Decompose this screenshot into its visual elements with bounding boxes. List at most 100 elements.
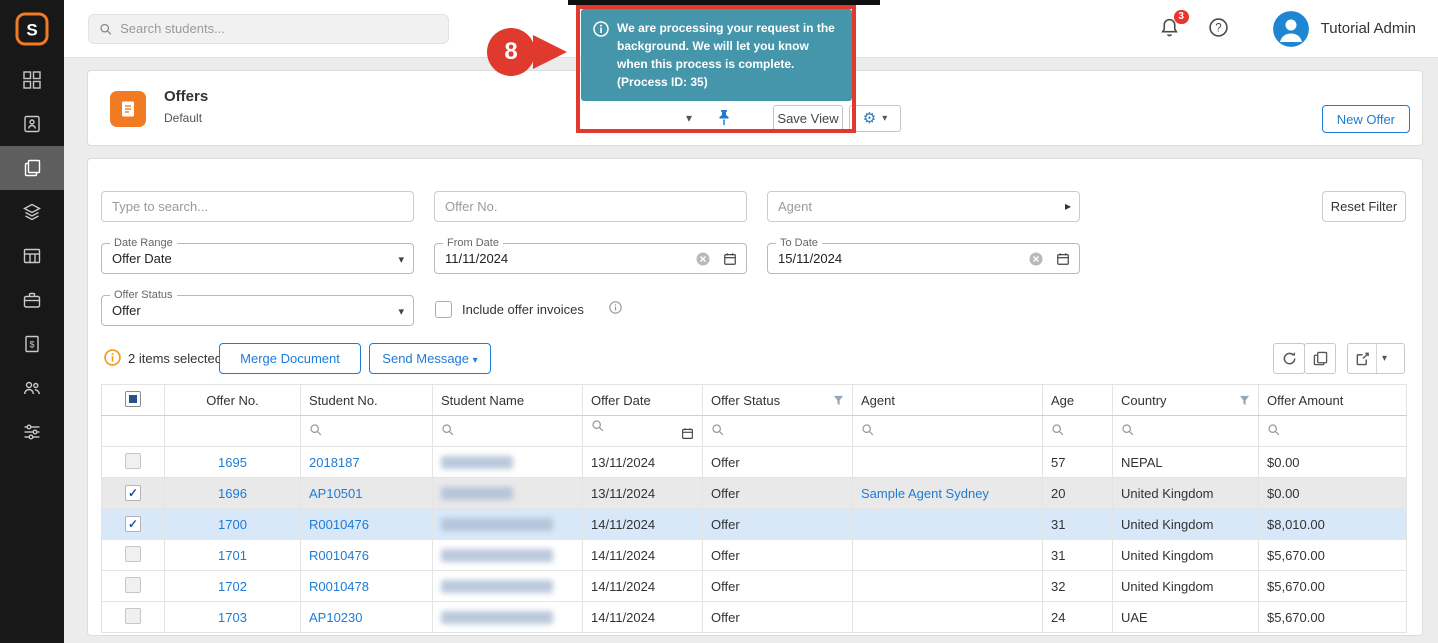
- to-date-field[interactable]: To Date 15/11/2024: [767, 243, 1080, 274]
- filter-cell-student-no[interactable]: [301, 416, 433, 447]
- column-chooser-button[interactable]: [1304, 343, 1336, 374]
- offer-no-link[interactable]: 1702: [218, 579, 247, 594]
- toast-message: We are processing your request in the ba…: [617, 21, 835, 71]
- sidebar-item-applications[interactable]: [0, 234, 64, 278]
- student-no-link[interactable]: AP10230: [309, 610, 363, 625]
- filter-funnel-icon[interactable]: [833, 395, 844, 406]
- table-row[interactable]: 1701 R0010476 14/11/2024 Offer 31 United…: [102, 540, 1407, 571]
- user-name[interactable]: Tutorial Admin: [1321, 20, 1416, 37]
- header-offer-no[interactable]: Offer No.: [165, 385, 301, 416]
- sidebar-item-courses[interactable]: [0, 190, 64, 234]
- save-view-button[interactable]: Save View: [773, 105, 843, 132]
- sidebar-item-invoices[interactable]: $: [0, 322, 64, 366]
- offer-no-link[interactable]: 1696: [218, 486, 247, 501]
- cell-agent: [853, 602, 1043, 633]
- header-offer-status[interactable]: Offer Status: [703, 385, 853, 416]
- student-no-link[interactable]: AP10501: [309, 486, 363, 501]
- table-row[interactable]: 1703 AP10230 14/11/2024 Offer 24 UAE $5,…: [102, 602, 1407, 633]
- include-invoices-checkbox[interactable]: [435, 301, 452, 318]
- filter-cell-offer-no[interactable]: [165, 416, 301, 447]
- notifications-button[interactable]: 3: [1159, 17, 1180, 41]
- filter-cell-country[interactable]: [1113, 416, 1259, 447]
- table-row[interactable]: ✓ 1696 AP10501 13/11/2024 Offer Sample A…: [102, 478, 1407, 509]
- topbar-right: 3 ? Tutorial Admin: [1159, 11, 1438, 47]
- offer-no-input[interactable]: [434, 191, 747, 222]
- filter-cell-age[interactable]: [1043, 416, 1113, 447]
- export-button[interactable]: ▾: [1347, 343, 1405, 374]
- row-checkbox[interactable]: ✓: [125, 516, 141, 532]
- type-to-search-input[interactable]: [101, 191, 414, 222]
- cell-offer-amount: $0.00: [1259, 478, 1407, 509]
- row-checkbox[interactable]: [125, 608, 141, 624]
- merge-document-button[interactable]: Merge Document: [219, 343, 361, 374]
- table-row[interactable]: 1695 2018187 13/11/2024 Offer 57 NEPAL $…: [102, 447, 1407, 478]
- sidebar-item-settings[interactable]: [0, 410, 64, 454]
- help-button[interactable]: ?: [1208, 17, 1229, 41]
- filter-cell-offer-status[interactable]: [703, 416, 853, 447]
- filter-cell-agent[interactable]: [853, 416, 1043, 447]
- student-no-link[interactable]: R0010478: [309, 579, 369, 594]
- view-selector-caret[interactable]: ▾: [686, 111, 692, 125]
- date-range-select[interactable]: Date Range Offer Date ▾: [101, 243, 414, 274]
- clear-icon[interactable]: [696, 252, 710, 269]
- sidebar-item-services[interactable]: [0, 278, 64, 322]
- sidebar-item-contacts[interactable]: [0, 102, 64, 146]
- header-offer-amount[interactable]: Offer Amount: [1259, 385, 1407, 416]
- header-country[interactable]: Country: [1113, 385, 1259, 416]
- send-message-button[interactable]: Send Message ▾: [369, 343, 491, 374]
- calendar-icon[interactable]: [681, 427, 694, 443]
- refresh-button[interactable]: [1273, 343, 1305, 374]
- cell-offer-date: 14/11/2024: [583, 540, 703, 571]
- row-checkbox[interactable]: [125, 577, 141, 593]
- sidebar-item-partners[interactable]: [0, 366, 64, 410]
- document-icon: [118, 99, 138, 119]
- table-row[interactable]: 1702 R0010478 14/11/2024 Offer 32 United…: [102, 571, 1407, 602]
- cell-offer-date: 14/11/2024: [583, 602, 703, 633]
- calendar-icon[interactable]: [723, 252, 737, 269]
- sidebar-item-offers[interactable]: [0, 146, 64, 190]
- filter-cell-student-name[interactable]: [433, 416, 583, 447]
- cell-student-name: [433, 509, 583, 540]
- clear-icon[interactable]: [1029, 252, 1043, 269]
- header-offer-date[interactable]: Offer Date: [583, 385, 703, 416]
- student-no-link[interactable]: R0010476: [309, 548, 369, 563]
- agent-input[interactable]: [767, 191, 1080, 222]
- offer-no-link[interactable]: 1703: [218, 610, 247, 625]
- offer-no-link[interactable]: 1695: [218, 455, 247, 470]
- pin-icon[interactable]: [716, 109, 732, 130]
- student-no-link[interactable]: 2018187: [309, 455, 360, 470]
- header-student-no[interactable]: Student No.: [301, 385, 433, 416]
- header-agent[interactable]: Agent: [853, 385, 1043, 416]
- select-all-checkbox[interactable]: [125, 391, 141, 407]
- app-logo[interactable]: S: [0, 0, 64, 58]
- row-checkbox[interactable]: [125, 453, 141, 469]
- offer-status-select[interactable]: Offer Status Offer ▾: [101, 295, 414, 326]
- search-input[interactable]: [120, 21, 438, 36]
- header-age[interactable]: Age: [1043, 385, 1113, 416]
- annotation-top-strip: [568, 0, 880, 5]
- agent-field[interactable]: ▸: [767, 191, 1080, 222]
- reset-filter-button[interactable]: Reset Filter: [1322, 191, 1406, 222]
- row-checkbox[interactable]: ✓: [125, 485, 141, 501]
- cell-checkbox: ✓: [102, 478, 165, 509]
- header-student-name[interactable]: Student Name: [433, 385, 583, 416]
- view-settings-button[interactable]: ⚙ ▾: [849, 105, 901, 132]
- filter-cell-offer-amount[interactable]: [1259, 416, 1407, 447]
- from-date-field[interactable]: From Date 11/11/2024: [434, 243, 747, 274]
- cell-offer-no: 1701: [165, 540, 301, 571]
- new-offer-button[interactable]: New Offer: [1322, 105, 1410, 133]
- offer-no-link[interactable]: 1700: [218, 517, 247, 532]
- agent-link[interactable]: Sample Agent Sydney: [861, 486, 989, 501]
- header-select-all[interactable]: [102, 385, 165, 416]
- user-avatar[interactable]: [1273, 11, 1309, 47]
- sidebar-item-dashboard[interactable]: [0, 58, 64, 102]
- filter-cell-offer-date[interactable]: [583, 416, 703, 447]
- calendar-icon[interactable]: [1056, 252, 1070, 269]
- global-search[interactable]: [88, 14, 449, 44]
- row-checkbox[interactable]: [125, 546, 141, 562]
- cell-offer-no: 1696: [165, 478, 301, 509]
- offer-no-link[interactable]: 1701: [218, 548, 247, 563]
- table-row[interactable]: ✓ 1700 R0010476 14/11/2024 Offer 31 Unit…: [102, 509, 1407, 540]
- student-no-link[interactable]: R0010476: [309, 517, 369, 532]
- filter-funnel-icon[interactable]: [1239, 395, 1250, 406]
